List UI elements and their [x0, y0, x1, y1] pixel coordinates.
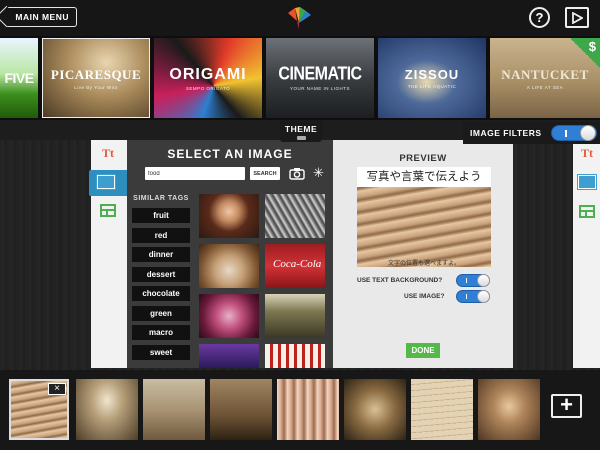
premium-badge: $ — [570, 38, 600, 68]
theme-tab-label: THEME — [284, 124, 318, 134]
theme-strip: FIVE PICARESQUE Live By Your Wits ORIGAM… — [0, 36, 600, 120]
image-thumbnail[interactable]: Coca-Cola — [265, 244, 325, 288]
image-thumbnail[interactable] — [265, 344, 325, 368]
preview-panel: PREVIEW 写真や言葉で伝えよう 文字の位置も選べますよ。 USE TEXT… — [333, 140, 513, 368]
slide-thumbnail[interactable] — [76, 379, 138, 440]
theme-origami[interactable]: ORIGAMI SEMPO ORIGATO — [154, 38, 262, 118]
use-text-background-label: USE TEXT BACKGROUND? — [357, 277, 443, 284]
search-button[interactable]: SEARCH — [250, 167, 280, 180]
search-input[interactable] — [145, 167, 245, 180]
dollar-icon: $ — [588, 39, 596, 54]
theme-nantucket[interactable]: NANTUCKET A LIFE AT SEA $ — [490, 38, 600, 118]
play-icon — [572, 11, 583, 24]
slide-thumbnail[interactable] — [478, 379, 540, 440]
layout-tool-icon[interactable] — [100, 204, 116, 217]
tag-green[interactable]: green — [132, 306, 190, 321]
flickr-sparkle-icon[interactable]: ✳ — [313, 166, 324, 179]
tag-macro[interactable]: macro — [132, 325, 190, 340]
theme-picaresque[interactable]: PICARESQUE Live By Your Wits — [42, 38, 150, 118]
main-menu-label: MAIN MENU — [15, 12, 69, 22]
image-filters-label: IMAGE FILTERS — [470, 128, 542, 138]
slide-thumbnail[interactable] — [277, 379, 339, 440]
preview-title: PREVIEW — [399, 153, 447, 164]
help-label: ? — [535, 10, 544, 25]
theme-subtitle: A LIFE AT SEA — [526, 84, 564, 90]
theme-tab[interactable]: THEME — [280, 120, 322, 142]
image-thumbnail[interactable] — [265, 194, 325, 238]
use-image-label: USE IMAGE? — [404, 293, 445, 300]
similar-tags-title: SIMILAR TAGS — [133, 195, 189, 202]
image-filters-toggle[interactable] — [551, 125, 597, 141]
editor-area: Tt SELECT AN IMAGE SEARCH ✳ SIMILAR TAGS… — [0, 140, 600, 370]
use-text-background-toggle[interactable] — [456, 274, 490, 287]
select-image-title: SELECT AN IMAGE — [167, 147, 293, 161]
tag-red[interactable]: red — [132, 228, 190, 243]
slide-thumbnail[interactable] — [143, 379, 205, 440]
tag-dinner[interactable]: dinner — [132, 247, 190, 262]
tag-fruit[interactable]: fruit — [132, 208, 190, 223]
preview-image: 写真や言葉で伝えよう 文字の位置も選べますよ。 — [357, 167, 491, 267]
select-image-panel: SELECT AN IMAGE SEARCH ✳ SIMILAR TAGS fr… — [127, 140, 333, 368]
text-tool-icon[interactable]: Tt — [102, 146, 114, 161]
preview-caption: 写真や言葉で伝えよう — [357, 167, 491, 187]
theme-title: FIVE — [4, 70, 34, 86]
origami-crane-icon — [288, 7, 311, 29]
main-menu-button[interactable]: MAIN MENU — [6, 7, 77, 27]
theme-subtitle: SEMPO ORIGATO — [185, 85, 231, 91]
image-thumbnail[interactable] — [199, 294, 259, 338]
theme-subtitle: YOUR NAME IN LIGHTS — [289, 85, 350, 91]
theme-title: ZISSOU — [404, 67, 460, 82]
tag-dessert[interactable]: dessert — [132, 267, 190, 282]
drag-handle-icon — [296, 136, 306, 140]
theme-subtitle: THE LIFE AQUATIC — [407, 84, 457, 89]
slide-thumbnail[interactable] — [411, 379, 473, 440]
image-thumbnail[interactable] — [199, 244, 259, 288]
image-thumbnail[interactable] — [265, 294, 325, 338]
preview-subcaption: 文字の位置も選べますよ。 — [387, 261, 460, 267]
image-filters-control: IMAGE FILTERS — [463, 122, 600, 144]
image-tool-button[interactable] — [89, 170, 127, 196]
camera-icon[interactable] — [289, 167, 305, 180]
close-icon[interactable]: × — [48, 383, 66, 395]
top-bar: MAIN MENU ? — [0, 0, 600, 36]
use-image-toggle[interactable] — [456, 290, 490, 303]
image-thumbnail[interactable] — [199, 344, 259, 368]
layout-tool-icon[interactable] — [579, 205, 595, 218]
theme-title: NANTUCKET — [501, 66, 589, 82]
text-tool-icon[interactable]: Tt — [581, 146, 593, 161]
image-tool-icon[interactable] — [577, 174, 597, 190]
slide-thumbnail[interactable] — [344, 379, 406, 440]
slide-thumbnail[interactable] — [210, 379, 272, 440]
add-slide-button[interactable]: + — [551, 394, 582, 418]
tag-sweet[interactable]: sweet — [132, 345, 190, 360]
right-tool-column: Tt — [573, 140, 600, 368]
theme-title: CINEMATIC — [278, 64, 362, 84]
slide-thumbnail-selected[interactable]: × — [9, 379, 69, 440]
theme-zissou[interactable]: ZISSOU THE LIFE AQUATIC — [378, 38, 486, 118]
done-button[interactable]: DONE — [406, 343, 440, 358]
slide-filmstrip: × — [0, 370, 600, 450]
theme-cinematic[interactable]: CINEMATIC YOUR NAME IN LIGHTS — [266, 38, 374, 118]
theme-title: PICARESQUE — [50, 66, 142, 82]
theme-subtitle: Live By Your Wits — [74, 84, 118, 90]
theme-five[interactable]: FIVE — [0, 38, 38, 118]
image-thumbnail[interactable] — [199, 194, 259, 238]
image-tool-icon — [96, 174, 116, 190]
theme-title: ORIGAMI — [169, 65, 247, 83]
thumbnail-text: Coca-Cola — [273, 258, 322, 270]
help-button[interactable]: ? — [529, 7, 550, 28]
tag-chocolate[interactable]: chocolate — [132, 286, 190, 301]
play-button[interactable] — [565, 7, 589, 28]
